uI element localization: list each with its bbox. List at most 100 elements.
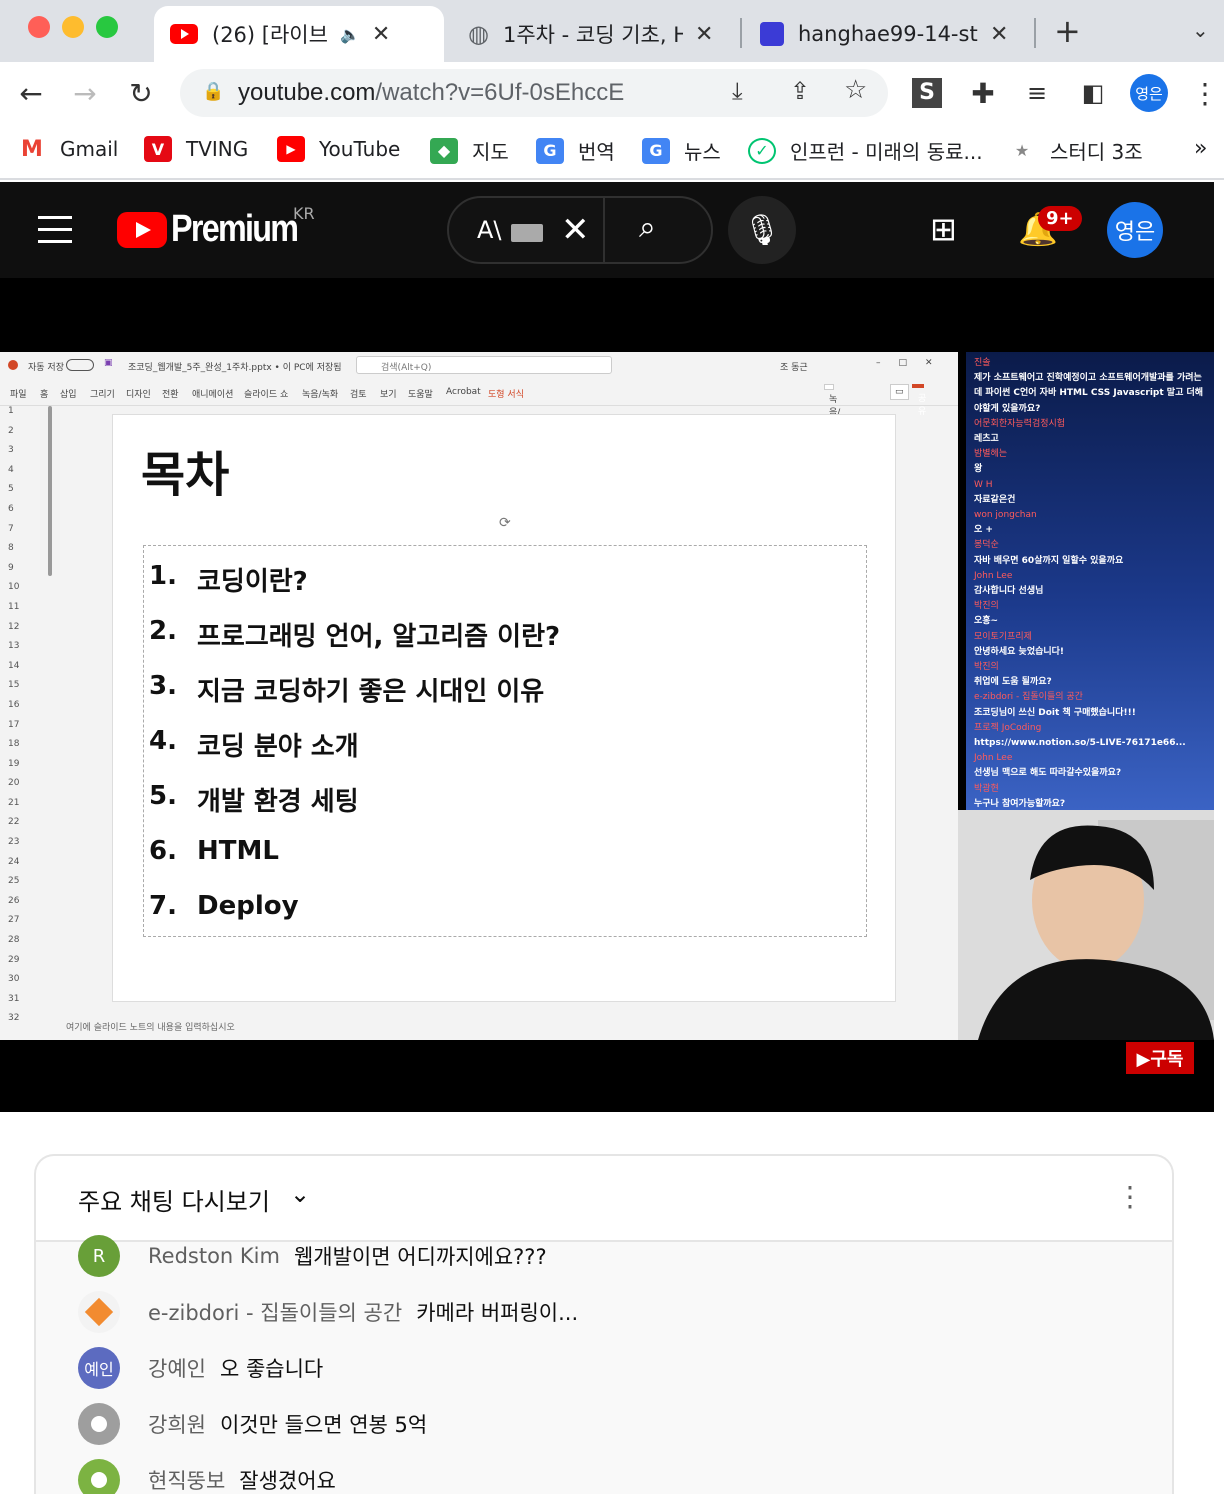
close-tab-icon[interactable]: ✕: [372, 22, 390, 47]
slide-thumbnail[interactable]: 11: [0, 602, 56, 622]
chat-message[interactable]: 예인 강예인 오 좋습니다: [78, 1346, 323, 1390]
install-icon[interactable]: ⤓: [732, 77, 743, 105]
tab-coding-basics[interactable]: ◍ 1주차 - 코딩 기초, HTML ✕: [452, 6, 738, 62]
slide-thumbnail[interactable]: 20: [0, 778, 56, 798]
slide-thumbnail[interactable]: 14: [0, 661, 56, 681]
slide-thumbnail[interactable]: 24: [0, 857, 56, 877]
author-name[interactable]: e-zibdori - 집돌이들의 공간: [148, 1297, 402, 1327]
slide-notes[interactable]: 여기에 슬라이드 노트의 내용을 입력하십시오: [66, 1020, 235, 1033]
create-video-icon[interactable]: ⊞: [930, 210, 957, 248]
ppt-window-controls[interactable]: –□✕: [876, 358, 951, 368]
bookmark-gmail[interactable]: M Gmail: [18, 136, 118, 162]
slide-thumbnail[interactable]: 23: [0, 837, 56, 857]
video-player[interactable]: 자동 저장 ▣ 조코딩_웹개발_5주_완성_1주차.pptx • 이 PC에 저…: [0, 278, 1214, 1112]
ribbon-tab[interactable]: 홈: [40, 387, 48, 400]
comment-icon[interactable]: ▭: [890, 384, 909, 400]
ribbon-tab[interactable]: 삽입: [60, 387, 77, 400]
slide-thumbnail[interactable]: 15: [0, 680, 56, 700]
record-button[interactable]: 녹음/녹화: [824, 384, 840, 444]
slide-thumbnail[interactable]: 13: [0, 641, 56, 661]
ribbon-tab[interactable]: 녹음/녹화: [302, 387, 338, 400]
slide-thumbnail[interactable]: 25: [0, 876, 56, 896]
address-bar[interactable]: 🔒 youtube.com/watch?v=6Uf-0sEhccE ⤓ ⇪ ☆: [180, 69, 888, 117]
slide-thumbnail[interactable]: 19: [0, 759, 56, 779]
close-tab-icon[interactable]: ✕: [695, 22, 713, 47]
youtube-logo-icon[interactable]: [117, 212, 167, 248]
close-window-button[interactable]: [28, 16, 50, 38]
ribbon-tab[interactable]: 전환: [162, 387, 179, 400]
microphone-icon[interactable]: 🎙: [728, 196, 796, 264]
thumbnail-scrollbar[interactable]: [48, 406, 52, 576]
slide-thumbnail[interactable]: 21: [0, 798, 56, 818]
slide-thumbnail[interactable]: 18: [0, 739, 56, 759]
slide-thumbnail[interactable]: 12: [0, 622, 56, 642]
profile-avatar[interactable]: 영은: [1130, 74, 1168, 112]
bookmark-star-icon[interactable]: ☆: [844, 75, 867, 105]
chat-message[interactable]: R Redston Kim 웹개발이면 어디까지에요???: [78, 1234, 547, 1278]
ribbon-tab[interactable]: 애니메이션: [192, 387, 233, 400]
youtube-brand[interactable]: Premium: [171, 208, 299, 251]
rotate-handle-icon[interactable]: ⟳: [499, 515, 511, 531]
author-name[interactable]: Redston Kim: [148, 1244, 280, 1268]
autosave-toggle[interactable]: [66, 359, 94, 371]
slide-thumbnail[interactable]: 16: [0, 700, 56, 720]
slide-canvas[interactable]: 목차 ⟳ 1. 코딩이란? 2. 프로그래밍 언어, 알고리즘 이란? 3. 지금 코…: [112, 414, 896, 1002]
zoom-window-button[interactable]: [96, 16, 118, 38]
slide-thumbnail[interactable]: 31: [0, 994, 56, 1014]
ribbon-tab[interactable]: 보기: [380, 387, 397, 400]
slide-thumbnail[interactable]: 32: [0, 1013, 56, 1033]
slide-thumbnail[interactable]: 10: [0, 582, 56, 602]
close-tab-icon[interactable]: ✕: [990, 22, 1008, 47]
new-tab-button[interactable]: +: [1054, 12, 1081, 50]
clear-search-icon[interactable]: ✕: [561, 210, 590, 250]
ribbon-tab[interactable]: 검토: [350, 387, 367, 400]
slide-thumbnail[interactable]: 22: [0, 817, 56, 837]
menu-icon[interactable]: [38, 216, 72, 252]
bookmark-study[interactable]: ★ 스터디 3조: [1008, 136, 1143, 165]
author-name[interactable]: 강예인: [148, 1353, 206, 1383]
search-box[interactable]: A\ ✕ ⌕: [447, 196, 713, 264]
tab-hanghae-study[interactable]: hanghae99-14-study ✕: [744, 6, 1030, 62]
slide-thumbnail[interactable]: 26: [0, 896, 56, 916]
more-options-icon[interactable]: ⋮: [1116, 1180, 1144, 1213]
chat-message[interactable]: 현직뚱보 잘생겼어요: [78, 1458, 336, 1494]
ribbon-tab[interactable]: 그리기: [90, 387, 115, 400]
slide-thumbnail[interactable]: 28: [0, 935, 56, 955]
bookmarks-overflow-button[interactable]: »: [1194, 136, 1207, 161]
slide-thumbnail[interactable]: 17: [0, 720, 56, 740]
extensions-icon[interactable]: ✚: [964, 74, 1002, 112]
more-menu-icon[interactable]: ⋮: [1186, 74, 1224, 112]
ribbon-tab[interactable]: 파일: [10, 387, 27, 400]
bookmark-news[interactable]: G 뉴스: [642, 136, 721, 165]
share-button[interactable]: 공유: [912, 384, 926, 417]
slide-thumbnail[interactable]: 27: [0, 915, 56, 935]
extension-s-icon[interactable]: S: [912, 78, 942, 108]
minimize-window-button[interactable]: [62, 16, 84, 38]
ribbon-tab[interactable]: 디자인: [126, 387, 151, 400]
slide-thumbnail[interactable]: 29: [0, 955, 56, 975]
chat-mode-selector[interactable]: 주요 채팅 다시보기: [78, 1182, 270, 1217]
ppt-search-input[interactable]: 검색(Alt+Q): [381, 360, 431, 373]
bookmark-translate[interactable]: G 번역: [536, 136, 615, 165]
account-avatar[interactable]: 영은: [1107, 202, 1163, 258]
ribbon-tab[interactable]: 도움말: [408, 387, 433, 400]
back-icon[interactable]: ←: [12, 74, 50, 112]
ribbon-tab[interactable]: 슬라이드 쇼: [244, 387, 288, 400]
reload-icon[interactable]: ↻: [122, 74, 160, 112]
chevron-down-icon[interactable]: ⌄: [290, 1180, 310, 1208]
slide-title[interactable]: 목차: [141, 435, 229, 505]
bookmark-tving[interactable]: V TVING: [144, 136, 248, 162]
table-of-contents[interactable]: 1. 코딩이란? 2. 프로그래밍 언어, 알고리즘 이란? 3. 지금 코딩하기 좋…: [149, 561, 560, 946]
chat-message[interactable]: e-zibdori - 집돌이들의 공간 카메라 버퍼링이...: [78, 1290, 578, 1334]
bookmark-youtube[interactable]: ▶ YouTube: [277, 136, 400, 162]
search-input[interactable]: A\: [477, 216, 502, 244]
tab-search-icon[interactable]: ⌄: [1192, 18, 1209, 42]
side-panel-icon[interactable]: ◧: [1074, 74, 1112, 112]
ribbon-tab[interactable]: Acrobat: [446, 387, 481, 397]
bookmark-inflearn[interactable]: ✓ 인프런 - 미래의 동료...: [748, 136, 983, 165]
search-icon[interactable]: ⌕: [639, 210, 656, 245]
author-name[interactable]: 현직뚱보: [148, 1465, 225, 1494]
ppt-search-box[interactable]: 검색(Alt+Q): [356, 356, 612, 374]
speaker-icon[interactable]: 🔈: [340, 25, 360, 44]
subscribe-watermark[interactable]: ▶구독: [1126, 1042, 1194, 1074]
